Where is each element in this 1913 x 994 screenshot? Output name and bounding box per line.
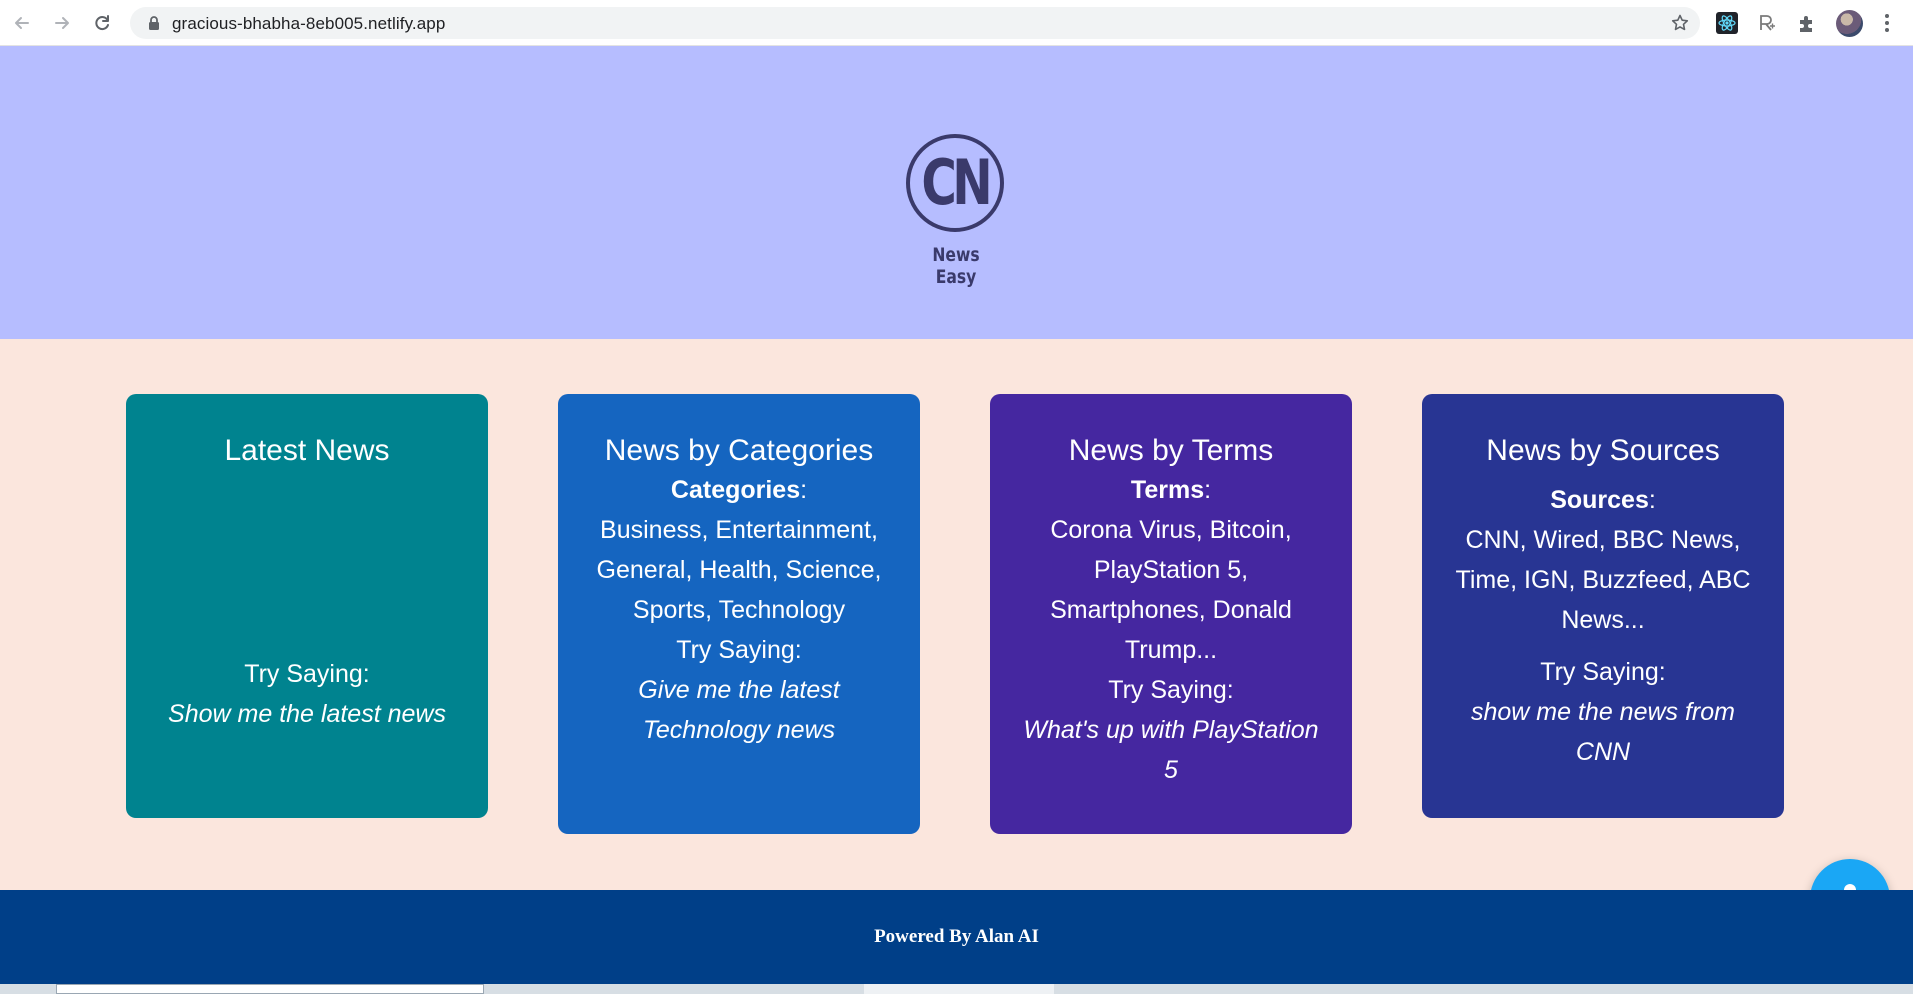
card-title: News by Terms	[1068, 434, 1274, 467]
card-news-by-sources[interactable]: News by Sources Sources: CNN, Wired, BBC…	[1422, 394, 1784, 818]
footer-text: Powered By Alan AI	[874, 926, 1039, 947]
card-try-label: Try Saying:	[244, 660, 370, 688]
react-icon	[1716, 12, 1738, 34]
card-example: show me the news from CNN	[1471, 698, 1735, 766]
card-example: What's up with PlayStation 5	[1023, 716, 1319, 784]
reload-icon	[95, 15, 109, 31]
card-example: Show me the latest news	[168, 700, 446, 728]
reload-button[interactable]	[90, 11, 114, 35]
browser-toolbar: gracious-bhabha-8eb005.netlify.app	[0, 0, 1913, 46]
card-latest-news[interactable]: Latest News Try Saying: Show me the late…	[126, 394, 488, 818]
address-bar[interactable]: gracious-bhabha-8eb005.netlify.app	[130, 7, 1700, 39]
cards-section: Latest News Try Saying: Show me the late…	[0, 339, 1913, 890]
card-list-label: Terms:	[1130, 476, 1212, 504]
taskbar-strip	[0, 984, 1913, 994]
card-example: Give me the latest Technology news	[638, 676, 840, 744]
card-title: Latest News	[224, 434, 390, 467]
profile-avatar[interactable]	[1836, 10, 1863, 37]
taskbar-segment	[56, 984, 484, 994]
logo-letters: CN	[921, 146, 993, 219]
card-title: News by Categories	[604, 434, 874, 467]
card-news-by-categories[interactable]: News by Categories Categories: Business,…	[558, 394, 920, 834]
card-try-label: Try Saying:	[676, 636, 802, 664]
card-news-by-terms[interactable]: News by Terms Terms: Corona Virus, Bitco…	[990, 394, 1352, 834]
card-title: News by Sources	[1486, 434, 1720, 467]
browser-menu-icon[interactable]	[1880, 12, 1894, 34]
bookmark-star-icon[interactable]	[1670, 13, 1690, 33]
card-list-label: Categories:	[670, 476, 808, 504]
arrow-right-icon	[55, 17, 69, 29]
react-devtools-extension[interactable]	[1716, 12, 1738, 34]
back-button[interactable]	[10, 11, 34, 35]
card-list-text: Corona Virus, Bitcoin, PlayStation 5, Sm…	[1050, 516, 1292, 664]
card-try-label: Try Saying:	[1540, 658, 1666, 686]
arrow-left-icon	[15, 17, 29, 29]
puzzle-piece-icon	[1800, 16, 1812, 32]
card-list-text: CNN, Wired, BBC News, Time, IGN, Buzzfee…	[1455, 526, 1751, 634]
footer: Powered By Alan AI	[0, 890, 1913, 984]
lock-icon	[149, 16, 159, 30]
news-easy-logo: CN News Easy	[904, 134, 1008, 288]
header-banner: CN News Easy	[0, 46, 1913, 339]
extensions-button[interactable]	[1796, 12, 1818, 34]
logo-circle: CN	[906, 134, 1004, 232]
card-try-label: Try Saying:	[1108, 676, 1234, 704]
card-spacer	[156, 470, 458, 654]
card-list-text: Business, Entertainment, General, Health…	[596, 516, 882, 624]
taskbar-segment	[864, 984, 1054, 994]
card-list-label: Sources:	[1550, 486, 1656, 514]
url-text: gracious-bhabha-8eb005.netlify.app	[172, 14, 446, 33]
forward-button[interactable]	[50, 11, 74, 35]
logo-subtitle: News Easy	[932, 244, 980, 288]
r-letter-icon	[1760, 15, 1775, 31]
redux-extension[interactable]	[1756, 12, 1778, 34]
